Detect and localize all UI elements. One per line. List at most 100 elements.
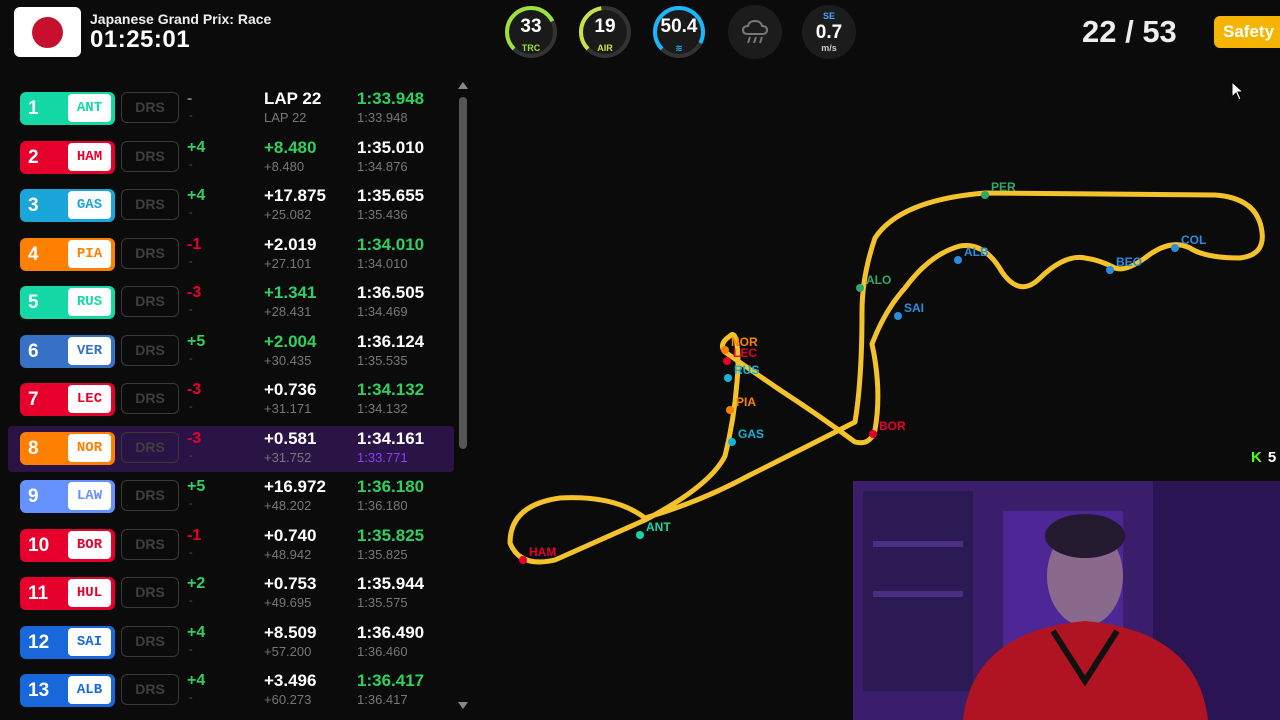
drs-indicator: DRS bbox=[121, 189, 179, 220]
last-lap-time: 1:36.180 bbox=[357, 477, 425, 496]
drs-indicator: DRS bbox=[121, 528, 179, 560]
drs-indicator: DRS bbox=[121, 577, 179, 608]
driver-code[interactable]: RUS bbox=[68, 288, 111, 316]
driver-code[interactable]: ANT bbox=[68, 94, 111, 122]
standings-row[interactable]: 4 PIA DRS -1 - +2.019 +27.101 1:34.010 1:34.010 bbox=[8, 232, 454, 278]
wind-indicator: SE 0.7 m/s bbox=[802, 5, 856, 59]
car-marker bbox=[723, 357, 731, 365]
standings-row[interactable]: 6 VER DRS +5 - +2.004 +30.435 1:36.124 1:35.535 bbox=[8, 329, 454, 375]
webcam-feed bbox=[853, 481, 1280, 720]
driver-code[interactable]: LEC bbox=[68, 385, 111, 413]
position-change: +5 bbox=[187, 478, 206, 495]
car-label: BEO bbox=[1116, 255, 1142, 269]
car-label: PIA bbox=[736, 395, 756, 409]
position-change: +5 bbox=[187, 332, 206, 350]
interval-gap: +0.740 bbox=[264, 525, 317, 545]
position-change: +4 bbox=[187, 623, 206, 641]
position-badge: 4 bbox=[20, 237, 66, 271]
last-lap-time: 1:34.161 bbox=[357, 428, 425, 448]
driver-code[interactable]: LAW bbox=[68, 482, 111, 510]
scroll-up-icon[interactable] bbox=[458, 82, 468, 89]
driver-code[interactable]: NOR bbox=[68, 433, 111, 462]
car-marker bbox=[728, 438, 736, 446]
standings-row[interactable]: 9 LAW DRS +5 - +16.972 +48.202 1:36.180 1:36.180 bbox=[8, 474, 454, 520]
driver-code[interactable]: GAS bbox=[68, 191, 111, 219]
driver-code[interactable]: HAM bbox=[68, 142, 111, 171]
rain-cloud-icon bbox=[741, 19, 769, 44]
wind-unit: m/s bbox=[821, 43, 837, 53]
standings-row[interactable]: 3 GAS DRS +4 - +17.875 +25.082 1:35.655 1:35.436 bbox=[8, 183, 454, 229]
viewer-count: 5 bbox=[1267, 449, 1277, 466]
scroll-down-icon[interactable] bbox=[458, 702, 468, 709]
position-badge: 9 bbox=[20, 480, 66, 513]
scroll-thumb[interactable] bbox=[459, 97, 467, 449]
standings-row[interactable]: 2 HAM DRS +4 - +8.480 +8.480 1:35.010 1:34.876 bbox=[8, 135, 454, 181]
car-marker bbox=[724, 374, 732, 382]
interval-gap: +2.004 bbox=[264, 331, 317, 351]
standings-row[interactable]: 12 SAI DRS +4 - +8.509 +57.200 1:36.490 1:36.460 bbox=[8, 620, 454, 666]
leaderboard[interactable]: 1 ANT DRS - - LAP 22 LAP 22 1:33.948 1:33.948 2 HA… bbox=[8, 80, 454, 720]
leaderboard-scrollbar[interactable] bbox=[457, 82, 469, 714]
car-label: RUS bbox=[734, 363, 759, 377]
car-label: ALB bbox=[964, 245, 989, 259]
drs-indicator: DRS bbox=[121, 431, 179, 463]
standings-row[interactable]: 13 ALB DRS +4 - +3.496 +60.273 1:36.417 1:36.417 bbox=[8, 668, 454, 714]
safety-car-badge[interactable]: Safety bbox=[1214, 16, 1280, 48]
position-badge: 8 bbox=[20, 431, 66, 465]
standings-row[interactable]: 10 BOR DRS -1 - +0.740 +48.942 1:35.825 1:35.825 bbox=[8, 523, 454, 569]
position-change: +4 bbox=[187, 187, 206, 204]
position-change-sub: - bbox=[189, 207, 193, 219]
position-change-sub: - bbox=[189, 449, 193, 462]
last-lap-time: 1:35.825 bbox=[357, 525, 425, 545]
driver-code[interactable]: PIA bbox=[68, 239, 111, 268]
interval-gap: +0.581 bbox=[264, 428, 317, 448]
car-label: GAS bbox=[738, 427, 764, 441]
position-change-sub: - bbox=[189, 692, 193, 704]
driver-code[interactable]: HUL bbox=[68, 579, 111, 607]
best-lap-time: 1:36.180 bbox=[357, 498, 408, 513]
standings-row[interactable]: 1 ANT DRS - - LAP 22 LAP 22 1:33.948 1:33.948 bbox=[8, 86, 454, 132]
last-lap-time: 1:36.124 bbox=[357, 331, 425, 351]
leader-gap: LAP 22 bbox=[264, 110, 307, 125]
standings-row[interactable]: 7 LEC DRS -3 - +0.736 +31.171 1:34.132 1:34.132 bbox=[8, 377, 454, 423]
driver-code[interactable]: ALB bbox=[68, 676, 111, 704]
last-lap-time: 1:34.010 bbox=[357, 234, 425, 254]
wind-direction: SE bbox=[822, 11, 835, 21]
driver-code[interactable]: SAI bbox=[68, 627, 111, 656]
car-label: BOR bbox=[879, 419, 906, 433]
humidity-gauge: 50.4 ≋ bbox=[652, 5, 706, 59]
drs-indicator: DRS bbox=[121, 237, 179, 269]
position-badge: 1 bbox=[20, 92, 66, 125]
leader-gap: +27.101 bbox=[264, 255, 312, 271]
interval-gap: +3.496 bbox=[264, 671, 317, 690]
best-lap-time: 1:33.948 bbox=[357, 110, 408, 125]
driver-code[interactable]: VER bbox=[68, 336, 111, 365]
humidity-icon: ≋ bbox=[675, 43, 683, 53]
standings-row[interactable]: 8 NOR DRS -3 - +0.581 +31.752 1:34.161 1:33.771 bbox=[8, 425, 454, 472]
position-badge: 12 bbox=[20, 625, 66, 659]
humidity-value: 50.4 bbox=[660, 16, 698, 37]
position-change-sub: - bbox=[189, 352, 193, 365]
best-lap-time: 1:36.417 bbox=[357, 692, 408, 707]
last-lap-time: 1:35.010 bbox=[357, 137, 425, 157]
car-marker bbox=[726, 406, 734, 414]
car-label: SAI bbox=[904, 301, 924, 315]
drs-indicator: DRS bbox=[121, 92, 179, 123]
position-change-sub: - bbox=[189, 498, 193, 510]
leader-gap: +30.435 bbox=[264, 352, 312, 368]
position-badge: 13 bbox=[20, 674, 66, 707]
kick-viewers: K5 bbox=[1245, 449, 1276, 466]
track-temp-value: 33 bbox=[520, 16, 542, 37]
car-marker bbox=[856, 284, 864, 292]
drs-indicator: DRS bbox=[121, 480, 179, 511]
car-marker bbox=[1106, 266, 1114, 274]
position-change-sub: - bbox=[189, 110, 193, 122]
position-change-sub: - bbox=[189, 158, 193, 171]
position-change: +2 bbox=[187, 575, 206, 592]
position-change-sub: - bbox=[189, 304, 193, 316]
mouse-cursor-icon bbox=[1231, 81, 1245, 101]
race-title: Japanese Grand Prix: Race bbox=[90, 11, 272, 27]
standings-row[interactable]: 11 HUL DRS +2 - +0.753 +49.695 1:35.944 1:35.575 bbox=[8, 571, 454, 617]
standings-row[interactable]: 5 RUS DRS -3 - +1.341 +28.431 1:36.505 1:34.469 bbox=[8, 280, 454, 326]
driver-code[interactable]: BOR bbox=[68, 530, 111, 559]
